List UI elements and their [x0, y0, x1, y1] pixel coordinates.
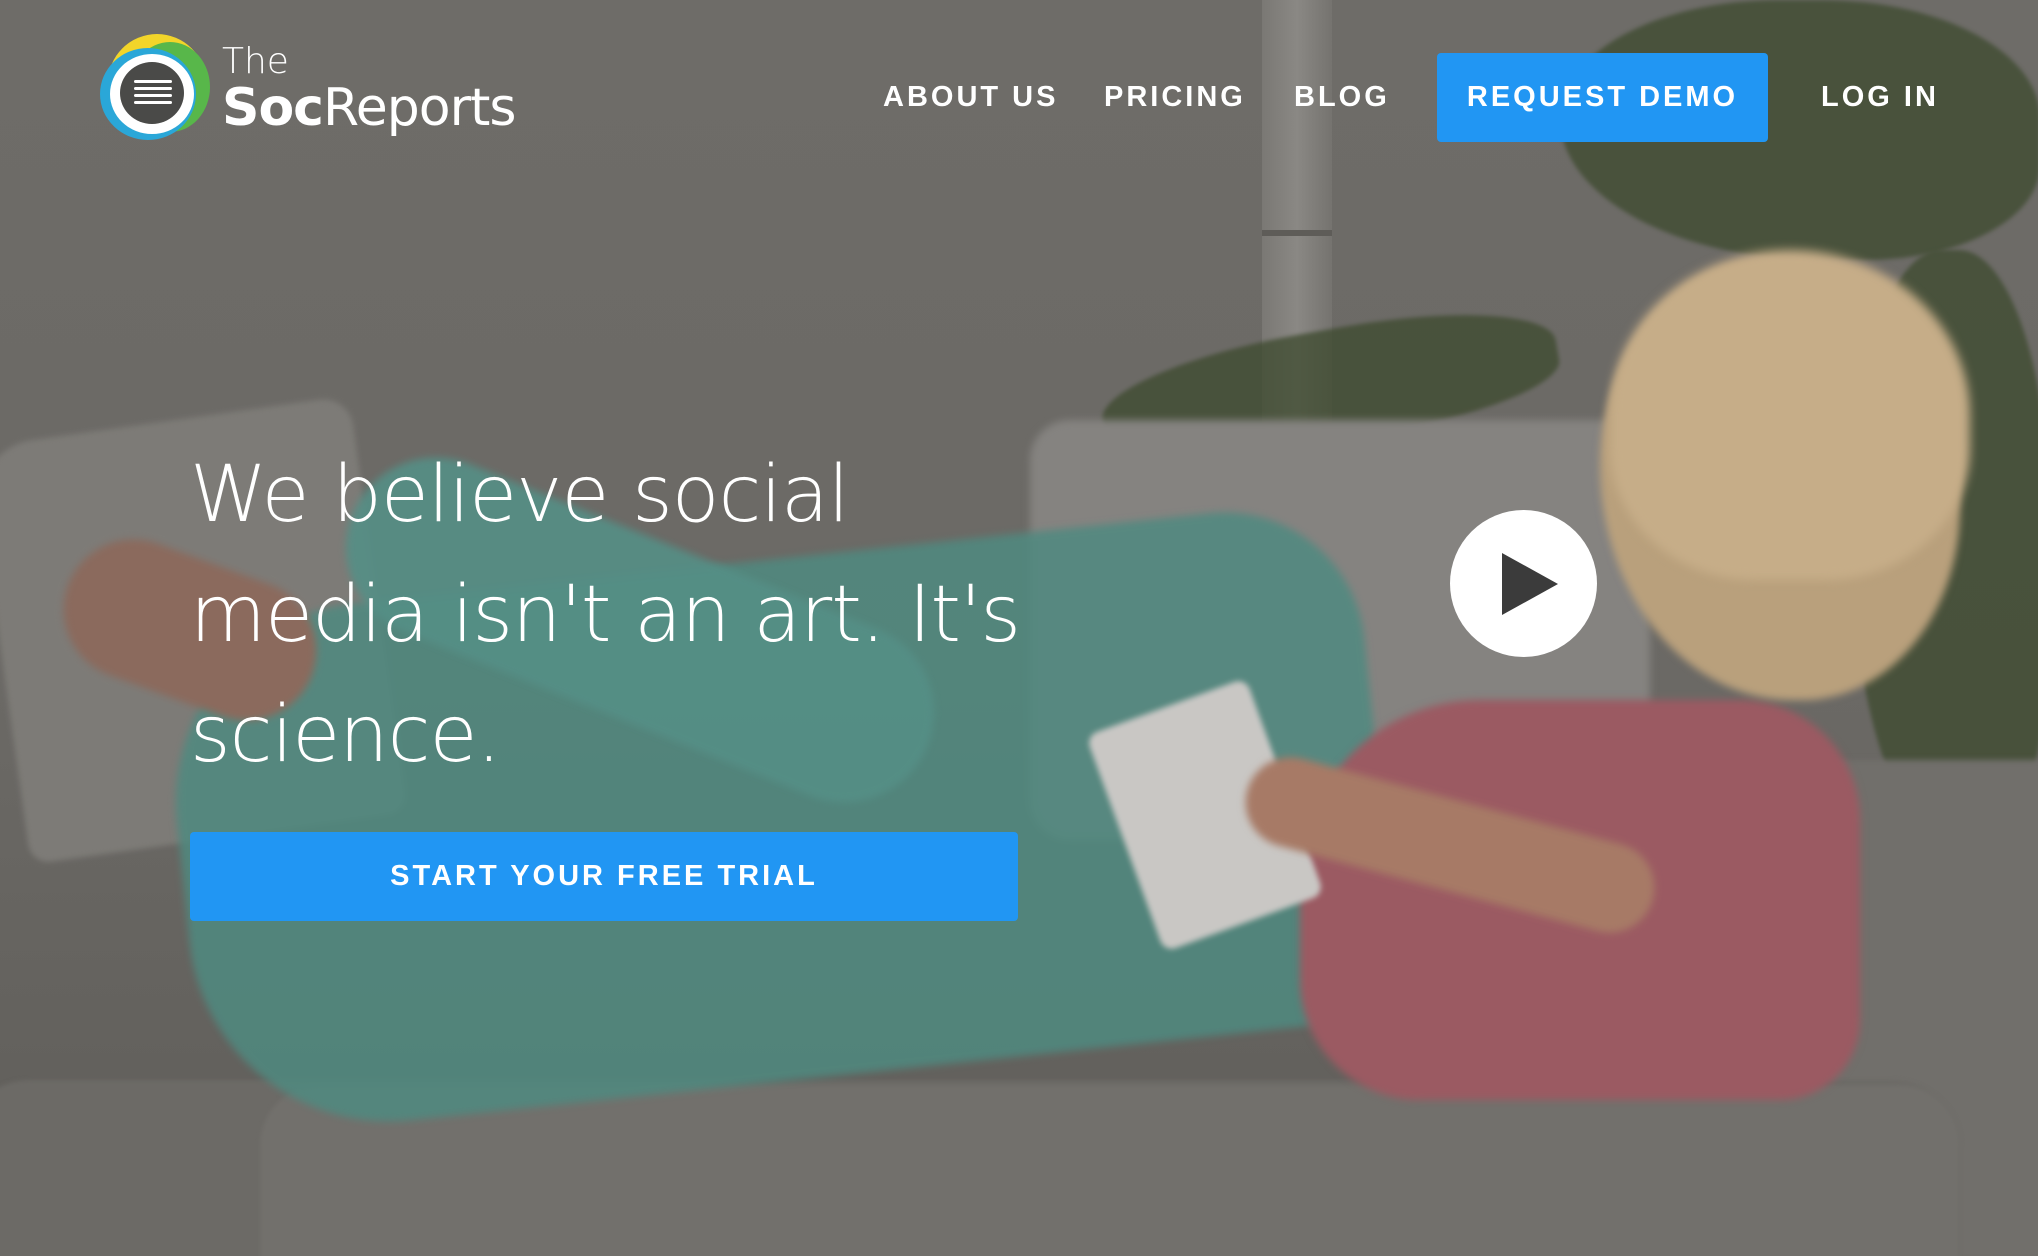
- pillar-joint: [1262, 230, 1332, 236]
- request-demo-button[interactable]: REQUEST DEMO: [1437, 53, 1768, 142]
- hero-headline: We believe social media isn't an art. It…: [190, 450, 1021, 780]
- sofa-seat: [260, 1085, 1960, 1256]
- person-hair: [1610, 250, 1970, 580]
- main-nav: ABOUT US PRICING BLOG REQUEST DEMO LOG I…: [0, 53, 2038, 143]
- hero-section: The SocReports ABOUT US PRICING BLOG REQ…: [0, 0, 2038, 1256]
- nav-about-us[interactable]: ABOUT US: [883, 81, 1058, 114]
- nav-blog[interactable]: BLOG: [1294, 81, 1390, 114]
- play-icon: [1501, 552, 1558, 615]
- play-video-button[interactable]: [1450, 510, 1597, 657]
- start-free-trial-button[interactable]: START YOUR FREE TRIAL: [190, 832, 1018, 921]
- nav-pricing[interactable]: PRICING: [1104, 81, 1246, 114]
- nav-log-in[interactable]: LOG IN: [1821, 81, 1939, 114]
